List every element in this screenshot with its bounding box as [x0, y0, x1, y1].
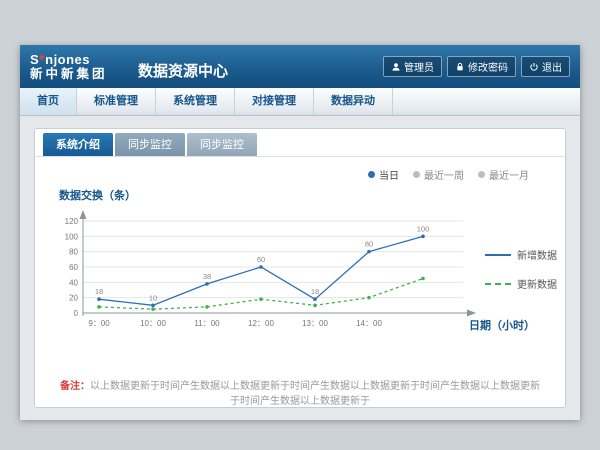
- svg-text:20: 20: [69, 294, 78, 303]
- filter-1[interactable]: 当日: [368, 167, 399, 182]
- legend-item-1: 新增数据: [485, 247, 557, 262]
- main-panel: 系统介绍同步监控同步监控 当日最近一周最近一月 数据交换（条） 02040608…: [34, 128, 566, 408]
- filter-label: 最近一月: [489, 167, 529, 182]
- nav-item-4[interactable]: 对接管理: [235, 88, 314, 115]
- tab-bar: 系统介绍同步监控同步监控: [35, 129, 565, 157]
- legend-item-2: 更新数据: [485, 276, 557, 291]
- footnote: 备注：以上数据更新于时间产生数据以上数据更新于时间产生数据以上数据更新于时间产生…: [35, 379, 565, 408]
- app-window: S*njones 新中新集团 数据资源中心 管理员修改密码退出 首页标准管理系统…: [20, 45, 580, 419]
- svg-text:11：00: 11：00: [194, 319, 220, 328]
- svg-text:14：00: 14：00: [356, 319, 382, 328]
- nav-item-2[interactable]: 标准管理: [77, 88, 156, 115]
- chart-area: 0 20 40 60 80 100 120 9：00 10：00 11：00 12：00 13：00 1…: [35, 205, 565, 355]
- y-axis-title: 数据交换（条）: [59, 187, 565, 203]
- footnote-text: 以上数据更新于时间产生数据以上数据更新于时间产生数据以上数据更新于时间产生数据以…: [90, 381, 540, 407]
- page-title: 数据资源中心: [138, 52, 228, 81]
- svg-text:13：00: 13：00: [302, 319, 328, 328]
- legend-label: 更新数据: [517, 276, 557, 291]
- filter-2[interactable]: 最近一周: [413, 167, 464, 182]
- tab-2[interactable]: 同步监控: [115, 133, 185, 156]
- logo-text-prefix: S: [30, 52, 39, 67]
- content-area: 系统介绍同步监控同步监控 当日最近一周最近一月 数据交换（条） 02040608…: [20, 116, 580, 420]
- radio-dot-icon: [368, 171, 375, 178]
- header-actions: 管理员 修改密码 退出: [383, 56, 570, 77]
- header-action-power[interactable]: 退出: [521, 56, 570, 77]
- header-action-user[interactable]: 管理员: [383, 56, 442, 77]
- line-chart: 0 20 40 60 80 100 120 9：00 10：00 11：00 12：00 13：00 1…: [45, 205, 497, 344]
- svg-text:80: 80: [365, 240, 373, 249]
- chart-legend: 新增数据更新数据: [485, 247, 557, 291]
- x-axis-title: 日期（小时）: [469, 317, 535, 333]
- nav-item-5[interactable]: 数据异动: [314, 88, 393, 115]
- tab-1[interactable]: 系统介绍: [43, 133, 113, 156]
- time-range-filters: 当日 最近一周 最近一月: [35, 157, 565, 182]
- svg-text:18: 18: [95, 287, 103, 296]
- svg-text:80: 80: [69, 248, 78, 257]
- logo-company-name: 新中新集团: [30, 68, 122, 81]
- legend-line-sample: [485, 283, 511, 285]
- main-nav: 首页标准管理系统管理对接管理数据异动: [20, 88, 580, 116]
- logo-text-suffix: njones: [45, 52, 90, 67]
- svg-text:60: 60: [257, 255, 265, 264]
- tab-3[interactable]: 同步监控: [187, 133, 257, 156]
- nav-item-1[interactable]: 首页: [20, 88, 77, 115]
- svg-text:120: 120: [65, 217, 79, 226]
- svg-text:0: 0: [74, 309, 79, 318]
- radio-dot-icon: [478, 171, 485, 178]
- header-action-label: 修改密码: [468, 59, 508, 74]
- svg-text:100: 100: [65, 232, 79, 241]
- header-action-label: 退出: [542, 59, 562, 74]
- svg-text:18: 18: [311, 287, 319, 296]
- filter-3[interactable]: 最近一月: [478, 167, 529, 182]
- logo-brand: S*njones: [30, 52, 122, 67]
- chart-svg: 0 20 40 60 80 100 120 9：00 10：00 11：00 12：00 13：00 1…: [45, 205, 497, 339]
- svg-text:38: 38: [203, 272, 211, 281]
- app-header: S*njones 新中新集团 数据资源中心 管理员 修改密码 退出: [20, 45, 580, 88]
- filter-label: 最近一周: [424, 167, 464, 182]
- footnote-label: 备注：: [60, 381, 90, 392]
- power-icon: [529, 62, 539, 72]
- legend-line-sample: [485, 254, 511, 256]
- svg-text:10：00: 10：00: [140, 319, 166, 328]
- filter-label: 当日: [379, 167, 399, 182]
- lock-icon: [455, 62, 465, 72]
- radio-dot-icon: [413, 171, 420, 178]
- svg-text:10: 10: [149, 293, 157, 302]
- nav-item-3[interactable]: 系统管理: [156, 88, 235, 115]
- header-action-lock[interactable]: 修改密码: [447, 56, 516, 77]
- legend-label: 新增数据: [517, 247, 557, 262]
- user-icon: [391, 62, 401, 72]
- svg-text:60: 60: [69, 263, 78, 272]
- svg-text:12：00: 12：00: [248, 319, 274, 328]
- logo: S*njones 新中新集团: [30, 52, 122, 81]
- svg-text:9：00: 9：00: [88, 319, 110, 328]
- svg-text:100: 100: [417, 224, 430, 233]
- svg-text:40: 40: [69, 278, 78, 287]
- desktop-background: S*njones 新中新集团 数据资源中心 管理员修改密码退出 首页标准管理系统…: [0, 0, 600, 450]
- header-action-label: 管理员: [404, 59, 434, 74]
